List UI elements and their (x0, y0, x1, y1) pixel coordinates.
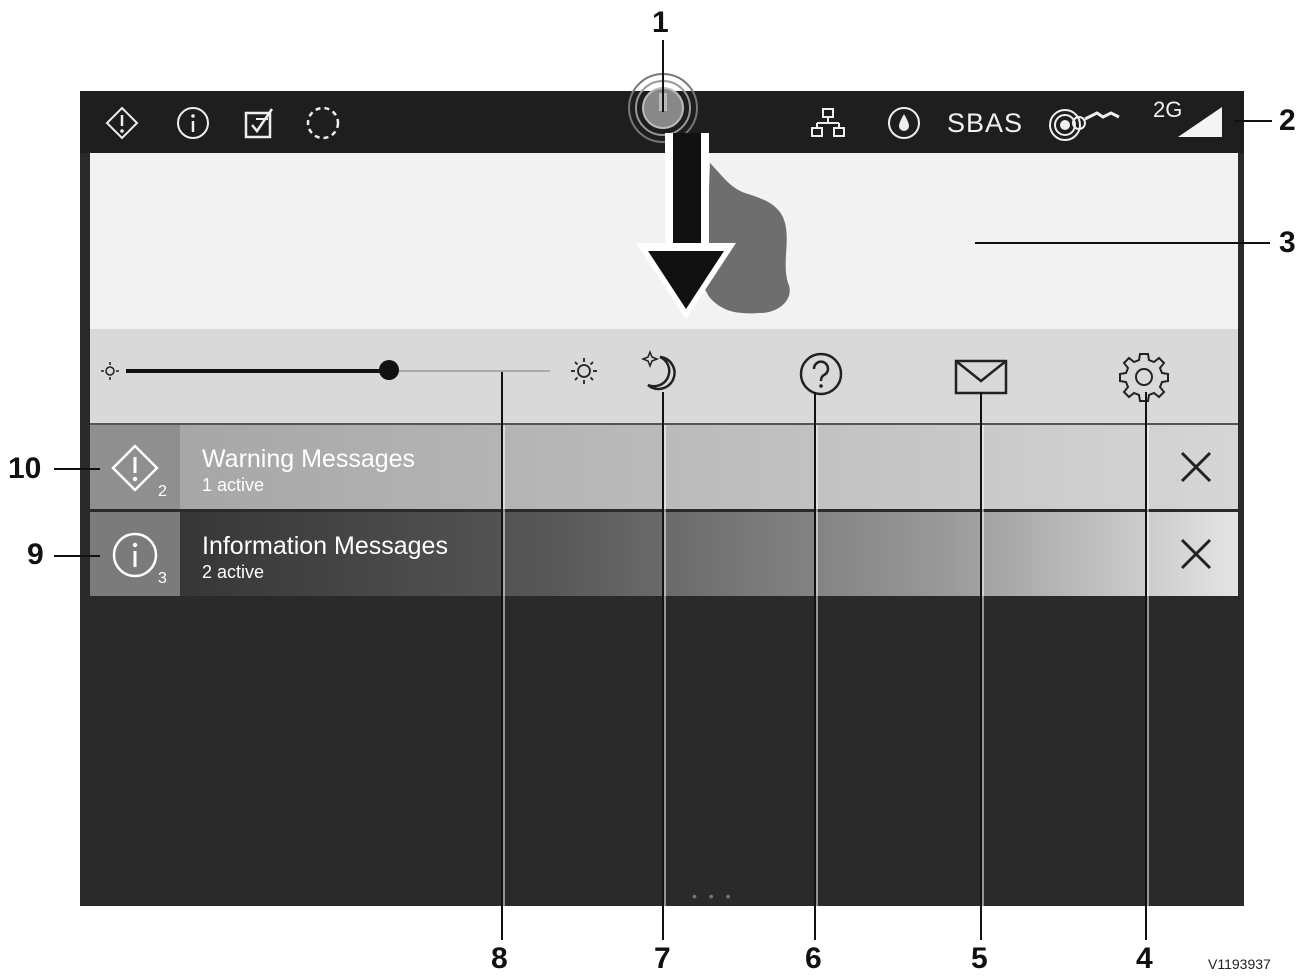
swipe-down-gesture-icon (636, 133, 790, 319)
help-icon[interactable] (798, 351, 844, 397)
close-icon (1180, 451, 1212, 483)
radio-wave-icon[interactable] (1045, 105, 1125, 141)
close-icon (1180, 538, 1212, 570)
quick-settings-bar (90, 329, 1238, 425)
warning-messages-row[interactable]: 2 Warning Messages 1 active (90, 425, 1238, 509)
callout-2: 2 (1279, 104, 1296, 137)
page-indicator-dots: • • • (692, 888, 735, 904)
signal-strength-icon (1176, 105, 1224, 139)
warning-messages-subtitle: 1 active (202, 475, 265, 495)
info-icon (112, 532, 158, 578)
figure-code: V1193937 (1208, 956, 1271, 972)
callout-8: 8 (491, 942, 508, 975)
callout-10: 10 (8, 452, 42, 485)
brightness-low-icon (100, 361, 120, 381)
information-count-badge: 3 (158, 570, 167, 587)
close-warning-messages-button[interactable] (1176, 447, 1216, 487)
settings-gear-icon[interactable] (1118, 351, 1170, 403)
information-messages-icon-box: 3 (90, 512, 180, 596)
warning-messages-title: Warning Messages (202, 445, 416, 473)
information-messages-subtitle: 2 active (202, 562, 265, 582)
brightness-slider-thumb[interactable] (378, 360, 399, 380)
night-mode-icon[interactable] (640, 349, 682, 393)
close-information-messages-button[interactable] (1176, 534, 1216, 574)
warning-icon[interactable] (104, 105, 140, 141)
drop-icon[interactable] (886, 105, 922, 141)
brightness-slider-fill (126, 369, 389, 373)
warning-icon (111, 444, 159, 492)
task-check-icon[interactable] (242, 105, 278, 141)
device-screen: SBAS 2G 2 Warning Messages 1 active 3 In… (80, 73, 1244, 906)
callout-6: 6 (805, 942, 822, 975)
brightness-slider[interactable] (126, 360, 550, 380)
callout-5: 5 (971, 942, 988, 975)
loading-circle-icon (305, 105, 341, 141)
callout-3: 3 (1279, 226, 1296, 259)
info-icon[interactable] (175, 105, 211, 141)
warning-count-badge: 2 (158, 483, 167, 500)
notification-drawer[interactable] (90, 133, 1238, 329)
information-messages-row[interactable]: 3 Information Messages 2 active (90, 512, 1238, 596)
sbas-label: SBAS (947, 108, 1024, 138)
brightness-high-icon (570, 357, 598, 385)
mail-icon[interactable] (954, 359, 1008, 395)
callout-9: 9 (27, 538, 44, 571)
callout-4: 4 (1136, 942, 1153, 975)
callout-1: 1 (652, 6, 669, 39)
callout-7: 7 (654, 942, 671, 975)
information-messages-title: Information Messages (202, 532, 448, 560)
warning-messages-icon-box: 2 (90, 425, 180, 509)
